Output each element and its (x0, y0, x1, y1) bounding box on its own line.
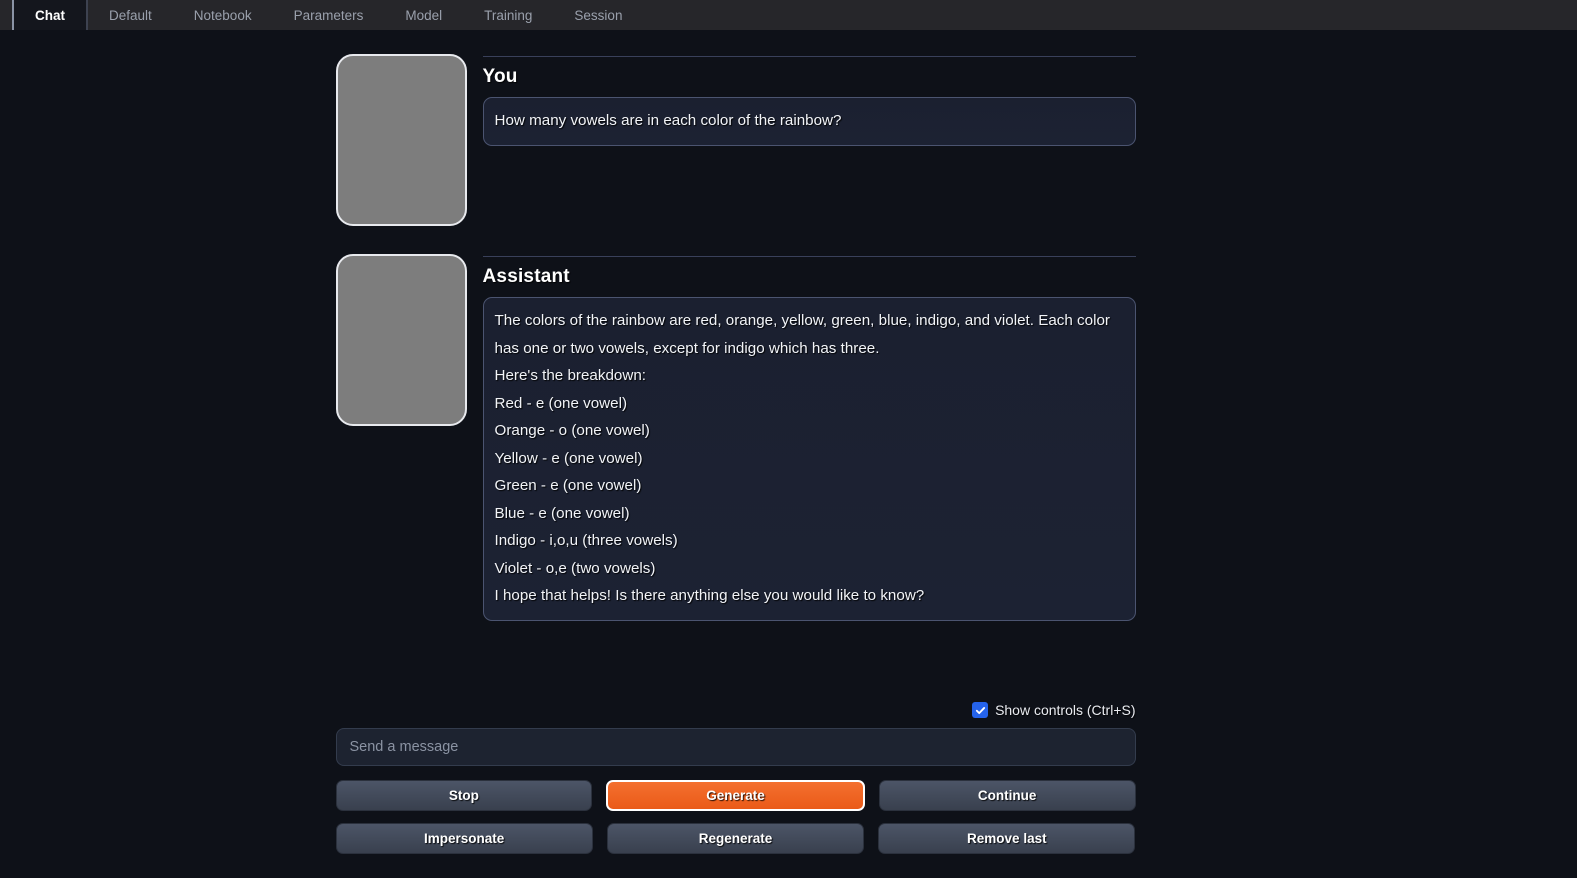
message-bubble[interactable]: How many vowels are in each color of the… (482, 97, 1136, 146)
remove-last-button[interactable]: Remove last (878, 823, 1136, 854)
message-line: Blue - e (one vowel) (494, 504, 630, 522)
message-line: Indigo - i,o,u (three vowels) (494, 532, 678, 549)
regenerate-button[interactable]: Regenerate (606, 823, 865, 854)
conversation-list: You How many vowels are in each color of … (335, 30, 1136, 621)
tab-label: Model (405, 7, 443, 23)
message-line: Orange - o (one vowel) (494, 422, 650, 439)
chat-message: You How many vowels are in each color of … (335, 54, 1136, 226)
message-line: Yellow - e (one vowel) (494, 449, 643, 467)
chat-message: Assistant The colors of the rainbow are r… (335, 254, 1136, 621)
stop-button[interactable]: Stop (335, 780, 593, 811)
avatar (335, 254, 467, 426)
tab-label: Chat (35, 7, 65, 23)
controls-panel: Show controls (Ctrl+S) Stop Generate Conti… (0, 702, 1577, 866)
tab-default[interactable]: Default (88, 0, 173, 30)
message-line: How many vowels are in each color of the… (494, 112, 842, 129)
button-row-primary: Stop Generate Continue (335, 780, 1136, 811)
message-line: I hope that helps! Is there anything els… (494, 587, 925, 604)
message-input[interactable] (335, 728, 1136, 766)
show-controls-label: Show controls (Ctrl+S) (995, 702, 1136, 718)
show-controls-checkbox[interactable] (972, 702, 989, 718)
message-body: You How many vowels are in each color of … (482, 54, 1136, 146)
message-line: The colors of the rainbow are red, orang… (494, 312, 1110, 357)
tab-parameters[interactable]: Parameters (273, 0, 385, 30)
tab-label: Notebook (193, 7, 252, 23)
tab-model[interactable]: Model (384, 0, 463, 30)
tab-chat[interactable]: Chat (12, 0, 88, 30)
button-row-secondary: Impersonate Regenerate Remove last (335, 823, 1136, 854)
generate-button[interactable]: Generate (606, 780, 865, 811)
message-line: Red - e (one vowel) (494, 394, 628, 412)
message-divider (482, 56, 1136, 57)
chat-page: You How many vowels are in each color of … (0, 30, 1577, 878)
tab-label: Session (574, 7, 623, 23)
tab-label: Default (109, 7, 152, 23)
tab-session[interactable]: Session (553, 0, 643, 30)
message-author: You (482, 66, 518, 87)
avatar (335, 54, 467, 226)
tab-label: Training (484, 7, 533, 23)
tab-label: Parameters (293, 7, 364, 23)
message-line: Here's the breakdown: (494, 367, 646, 384)
tab-training[interactable]: Training (463, 0, 553, 30)
show-controls-row[interactable]: Show controls (Ctrl+S) (336, 702, 1136, 718)
message-bubble[interactable]: The colors of the rainbow are red, orang… (482, 297, 1136, 621)
continue-button[interactable]: Continue (878, 780, 1136, 811)
message-line: Green - e (one vowel) (494, 477, 642, 494)
impersonate-button[interactable]: Impersonate (335, 823, 593, 854)
tab-notebook[interactable]: Notebook (173, 0, 273, 30)
message-author: Assistant (482, 266, 570, 287)
message-body: Assistant The colors of the rainbow are r… (482, 254, 1136, 621)
message-line: Violet - o,e (two vowels) (494, 559, 656, 577)
tab-bar: Chat Default Notebook Parameters Model Traini… (0, 0, 1577, 30)
message-divider (482, 256, 1136, 257)
